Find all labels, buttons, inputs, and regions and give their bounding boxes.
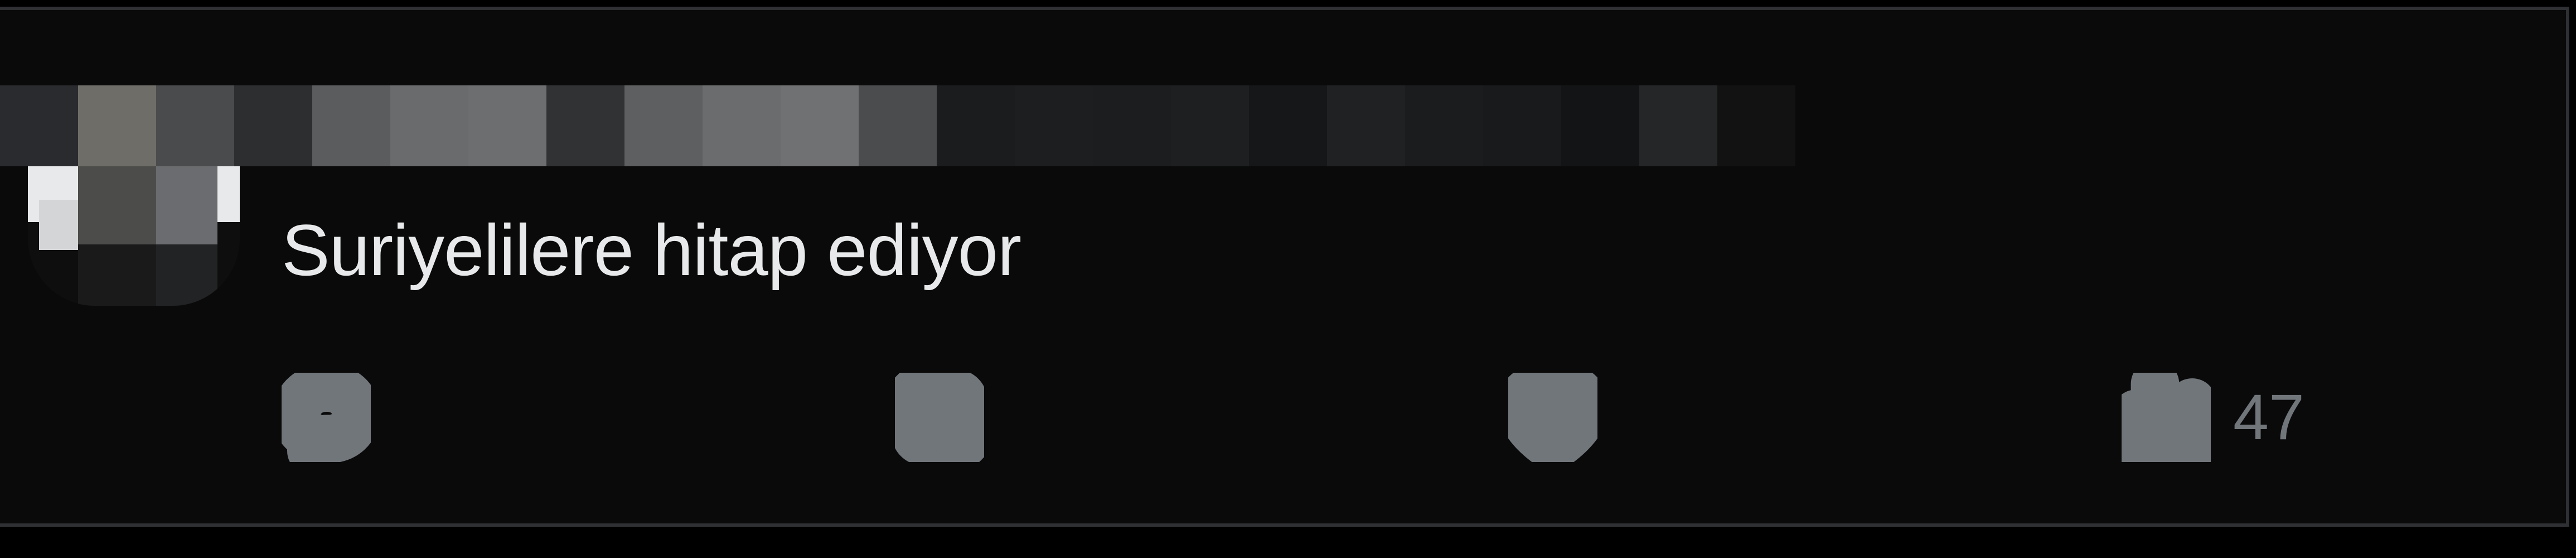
screenshot-frame: Suriyelilere hitap ediyor 47 <box>0 0 2576 558</box>
retweet-icon <box>895 373 984 462</box>
like-button[interactable] <box>1508 373 1620 462</box>
heart-icon <box>1508 373 1597 462</box>
tweet-text: Suriyelilere hitap ediyor <box>282 209 1021 291</box>
tweet-actions: 47 <box>282 373 2345 462</box>
redacted-avatar[interactable] <box>28 166 240 306</box>
views-icon <box>2122 373 2211 462</box>
retweet-button[interactable] <box>895 373 1006 462</box>
redacted-user-header <box>0 85 1812 166</box>
views-count: 47 <box>2233 382 2304 453</box>
views-button[interactable]: 47 <box>2122 373 2304 462</box>
reply-icon <box>282 373 371 462</box>
reply-button[interactable] <box>282 373 393 462</box>
tweet-card[interactable]: Suriyelilere hitap ediyor 47 <box>0 7 2569 527</box>
